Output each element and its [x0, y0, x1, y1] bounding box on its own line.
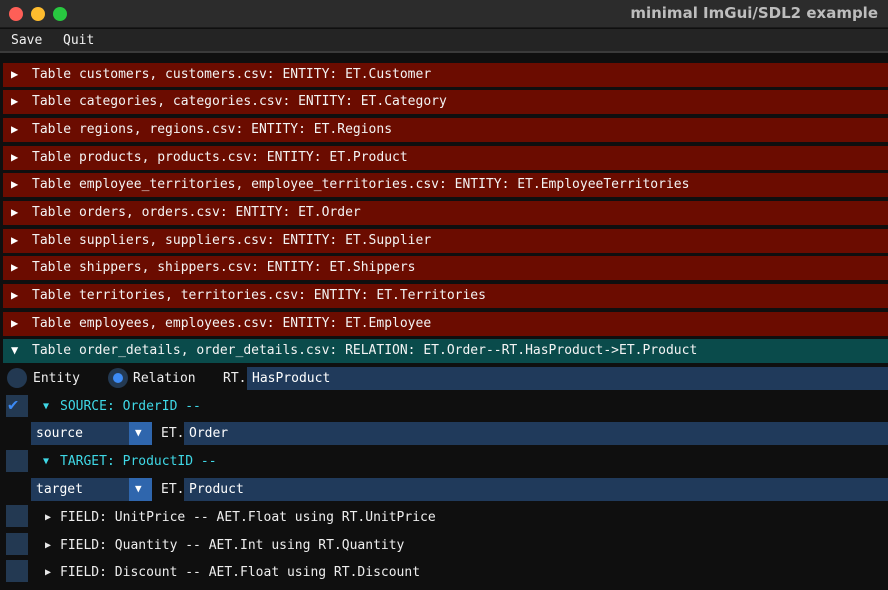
entity-radio-label: Entity: [33, 371, 80, 386]
table-header-label: Table categories, categories.csv: ENTITY…: [32, 94, 447, 109]
source-et-prefix: ET.: [161, 426, 185, 441]
table-header-customers[interactable]: ▶ Table customers, customers.csv: ENTITY…: [3, 63, 888, 87]
collapsed-arrow-icon: ▶: [11, 67, 19, 81]
collapsed-arrow-icon: ▶: [11, 150, 19, 164]
field-discount-label[interactable]: FIELD: Discount -- AET.Float using RT.Di…: [60, 565, 420, 580]
table-header-label: Table customers, customers.csv: ENTITY: …: [32, 67, 432, 82]
target-et-prefix: ET.: [161, 482, 185, 497]
field-quantity-label[interactable]: FIELD: Quantity -- AET.Int using RT.Quan…: [60, 538, 404, 553]
table-header-label: Table employees, employees.csv: ENTITY: …: [32, 316, 432, 331]
entity-radio[interactable]: [7, 368, 27, 388]
target-entity-input[interactable]: Product: [184, 478, 888, 501]
window-title: minimal ImGui/SDL2 example: [630, 4, 878, 22]
table-header-orders[interactable]: ▶ Table orders, orders.csv: ENTITY: ET.O…: [3, 201, 888, 225]
relation-radio-label: Relation: [133, 371, 196, 386]
relation-radio[interactable]: [108, 368, 128, 388]
table-header-regions[interactable]: ▶ Table regions, regions.csv: ENTITY: ET…: [3, 118, 888, 142]
source-expanded-arrow-icon[interactable]: ▼: [43, 401, 49, 412]
collapsed-arrow-icon: ▶: [11, 316, 19, 330]
table-header-employee-territories[interactable]: ▶ Table employee_territories, employee_t…: [3, 173, 888, 197]
target-checkbox[interactable]: [6, 450, 28, 472]
target-entity-value: Product: [189, 482, 244, 497]
table-header-label: Table shippers, shippers.csv: ENTITY: ET…: [32, 260, 416, 275]
target-node-label[interactable]: TARGET: ProductID --: [60, 454, 217, 469]
collapsed-arrow-icon: ▶: [11, 233, 19, 247]
table-header-label: Table products, products.csv: ENTITY: ET…: [32, 150, 408, 165]
table-header-territories[interactable]: ▶ Table territories, territories.csv: EN…: [3, 284, 888, 308]
expanded-arrow-icon: ▼: [11, 343, 19, 357]
relation-type-input[interactable]: HasProduct: [247, 367, 888, 390]
table-header-label: Table employee_territories, employee_ter…: [32, 177, 690, 192]
title-bar: minimal ImGui/SDL2 example: [0, 0, 888, 28]
main-content: ▶ Table customers, customers.csv: ENTITY…: [0, 55, 888, 590]
target-role-select[interactable]: target ▼: [31, 478, 152, 501]
collapsed-arrow-icon: ▶: [11, 122, 19, 136]
chevron-down-icon: ▼: [135, 426, 142, 439]
field-unitprice-label[interactable]: FIELD: UnitPrice -- AET.Float using RT.U…: [60, 510, 436, 525]
table-header-label: Table regions, regions.csv: ENTITY: ET.R…: [32, 122, 393, 137]
collapsed-arrow-icon: ▶: [11, 94, 19, 108]
collapsed-arrow-icon: ▶: [11, 288, 19, 302]
source-checkbox[interactable]: ✔: [6, 395, 28, 417]
menu-save[interactable]: Save: [11, 33, 42, 48]
source-node-label[interactable]: SOURCE: OrderID --: [60, 399, 201, 414]
rt-prefix-label: RT.: [223, 371, 247, 386]
table-header-suppliers[interactable]: ▶ Table suppliers, suppliers.csv: ENTITY…: [3, 229, 888, 253]
field-unitprice-arrow-icon[interactable]: ▶: [45, 512, 51, 523]
table-header-order-details[interactable]: ▼ Table order_details, order_details.csv…: [3, 339, 888, 363]
minimize-window-button[interactable]: [31, 7, 45, 21]
table-header-shippers[interactable]: ▶ Table shippers, shippers.csv: ENTITY: …: [3, 256, 888, 280]
target-role-value: target: [36, 482, 83, 497]
collapsed-arrow-icon: ▶: [11, 205, 19, 219]
collapsed-arrow-icon: ▶: [11, 177, 19, 191]
target-expanded-arrow-icon[interactable]: ▼: [43, 456, 49, 467]
field-discount-arrow-icon[interactable]: ▶: [45, 567, 51, 578]
table-header-products[interactable]: ▶ Table products, products.csv: ENTITY: …: [3, 146, 888, 170]
field-discount-checkbox[interactable]: [6, 560, 28, 582]
menu-quit[interactable]: Quit: [63, 33, 94, 48]
field-unitprice-checkbox[interactable]: [6, 505, 28, 527]
source-role-value: source: [36, 426, 83, 441]
source-entity-value: Order: [189, 426, 229, 441]
table-header-employees[interactable]: ▶ Table employees, employees.csv: ENTITY…: [3, 312, 888, 336]
check-icon: ✔: [8, 395, 19, 415]
maximize-window-button[interactable]: [53, 7, 67, 21]
relation-type-value: HasProduct: [252, 371, 331, 386]
chevron-down-icon: ▼: [135, 482, 142, 495]
target-role-dropdown-button[interactable]: ▼: [129, 478, 152, 501]
source-role-dropdown-button[interactable]: ▼: [129, 422, 152, 445]
table-header-label: Table orders, orders.csv: ENTITY: ET.Ord…: [32, 205, 361, 220]
source-entity-input[interactable]: Order: [184, 422, 888, 445]
field-quantity-checkbox[interactable]: [6, 533, 28, 555]
table-header-categories[interactable]: ▶ Table categories, categories.csv: ENTI…: [3, 90, 888, 114]
collapsed-arrow-icon: ▶: [11, 260, 19, 274]
menu-bar: Save Quit: [0, 29, 888, 53]
table-header-label: Table territories, territories.csv: ENTI…: [32, 288, 486, 303]
table-header-label: Table suppliers, suppliers.csv: ENTITY: …: [32, 233, 432, 248]
field-quantity-arrow-icon[interactable]: ▶: [45, 540, 51, 551]
source-role-select[interactable]: source ▼: [31, 422, 152, 445]
table-header-label: Table order_details, order_details.csv: …: [32, 343, 698, 358]
close-window-button[interactable]: [9, 7, 23, 21]
